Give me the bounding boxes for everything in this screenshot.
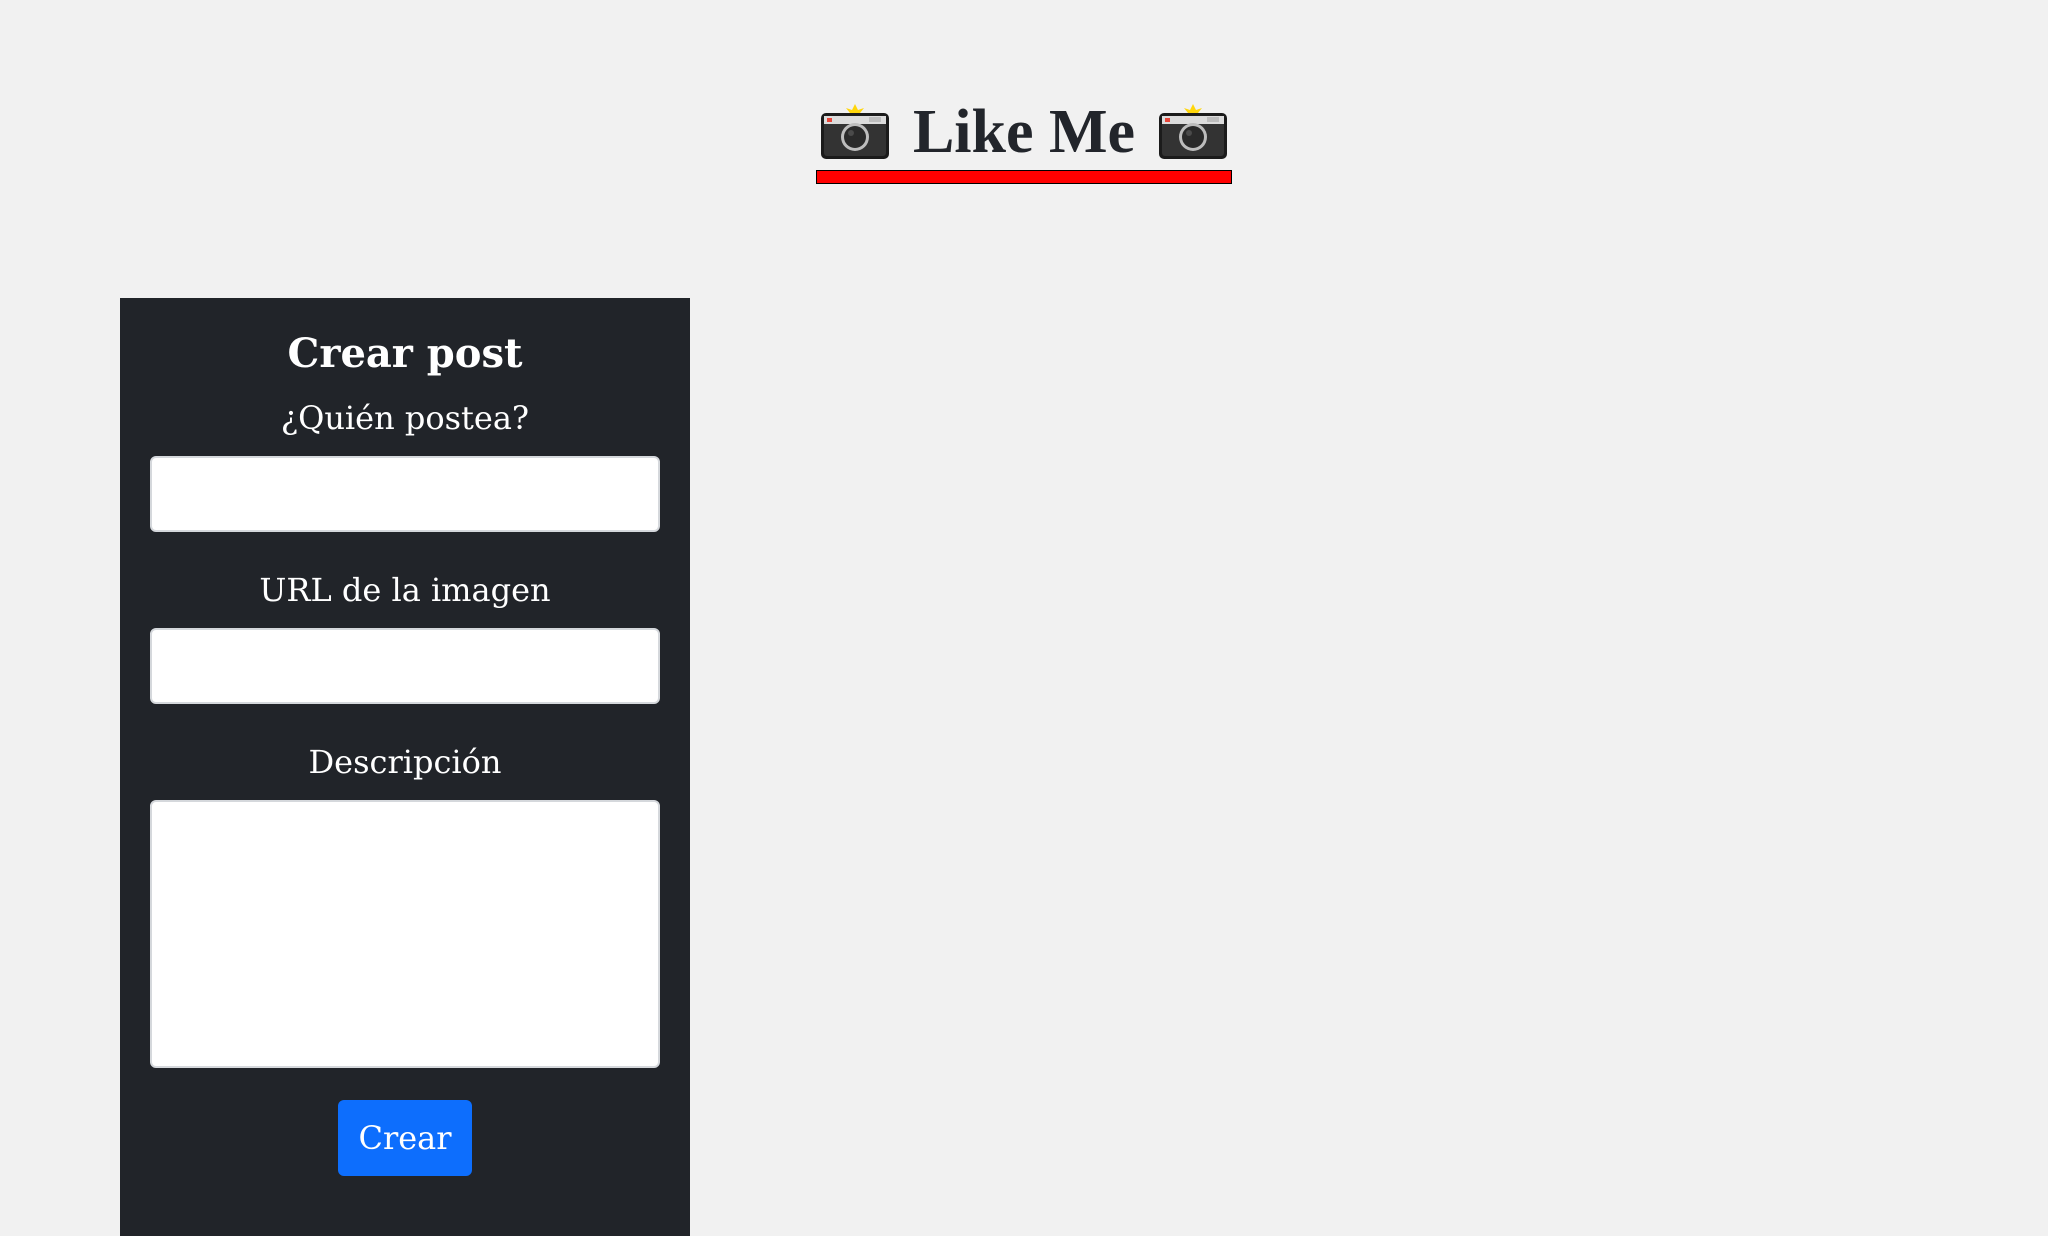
page-header: Like Me xyxy=(816,96,1232,188)
description-label: Descripción xyxy=(308,743,502,781)
description-textarea[interactable] xyxy=(150,800,660,1068)
page-title: Like Me xyxy=(912,98,1136,166)
camera-with-flash-icon xyxy=(820,104,889,159)
author-input[interactable] xyxy=(150,456,660,532)
create-post-form: Crear post ¿Quién postea? URL de la imag… xyxy=(120,298,690,1236)
title-row: Like Me xyxy=(816,96,1232,168)
form-title: Crear post xyxy=(287,330,523,377)
author-label: ¿Quién postea? xyxy=(280,399,530,437)
camera-with-flash-icon xyxy=(1159,104,1228,159)
create-button[interactable]: Crear xyxy=(338,1100,472,1176)
image-url-label: URL de la imagen xyxy=(259,571,551,609)
image-url-input[interactable] xyxy=(150,628,660,704)
title-underline xyxy=(816,170,1232,184)
